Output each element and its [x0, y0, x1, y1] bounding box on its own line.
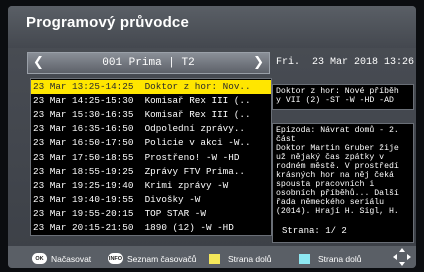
program-row[interactable]: 23 Mar 19:55-20:15 TOP STAR -W — [31, 207, 271, 221]
ok-button[interactable]: OK Načasovat — [32, 252, 91, 265]
timer-list-label: Seznam časovačů — [127, 253, 197, 264]
page-indicator: Strana: 1/ 2 — [282, 226, 347, 236]
info-badge-icon: INFO — [108, 253, 123, 264]
cyan-page-down-label: Strana dolů — [318, 253, 362, 264]
program-row[interactable]: 23 Mar 16:50-17:50 Policie v akci -W.. — [31, 136, 271, 150]
ok-button-label: Načasovat — [51, 253, 92, 264]
program-title-box: Doktor z hor: Nové příběh y VII (2) -ST … — [272, 84, 414, 110]
dpad-icon[interactable] — [392, 247, 412, 267]
program-row[interactable]: 23 Mar 16:35-16:50 Odpolední zprávy.. — [31, 122, 271, 136]
program-row[interactable]: 23 Mar 19:25-19:40 Krimi zprávy -W — [31, 179, 271, 193]
ok-badge-icon: OK — [32, 253, 47, 264]
program-list: 23 Mar 13:25-14:25 Doktor z hor: Nov.. 23… — [30, 78, 272, 236]
program-row[interactable]: 23 Mar 18:55-19:25 Zprávy FTV Prima.. — [31, 165, 271, 179]
program-row-selected[interactable]: 23 Mar 13:25-14:25 Doktor z hor: Nov.. — [31, 80, 271, 94]
cyan-key-icon — [299, 253, 310, 264]
program-description-box: Epizoda: Návrat domů - 2. část Doktor Ma… — [272, 123, 414, 243]
channel-name: 001 Prima | T2 — [102, 57, 195, 69]
channel-selector[interactable]: ❮ 001 Prima | T2 ❯ — [27, 52, 270, 74]
program-row[interactable]: 23 Mar 20:15-21:50 1890 (12) -W -HD — [31, 221, 271, 235]
yellow-page-down-button[interactable]: Strana dolů — [209, 252, 271, 265]
timer-list-button[interactable]: INFO Seznam časovačů — [108, 252, 196, 265]
program-row[interactable]: 23 Mar 14:25-15:30 Komisař Rex III (.. — [31, 94, 271, 108]
chevron-right-icon[interactable]: ❯ — [253, 55, 264, 70]
page-title: Programový průvodce — [26, 14, 190, 31]
program-row[interactable]: 23 Mar 15:30-16:35 Komisař Rex III (.. — [31, 108, 271, 122]
current-datetime: Fri. 23 Mar 2018 13:26 — [276, 57, 415, 68]
program-row[interactable]: 23 Mar 17:50-18:55 Prostřenо! -W -HD — [31, 151, 271, 165]
cyan-page-down-button[interactable]: Strana dolů — [299, 252, 361, 265]
yellow-page-down-label: Strana dolů — [228, 253, 272, 264]
yellow-key-icon — [209, 253, 220, 264]
program-row[interactable]: 23 Mar 19:40-19:55 Divošky -W — [31, 193, 271, 207]
